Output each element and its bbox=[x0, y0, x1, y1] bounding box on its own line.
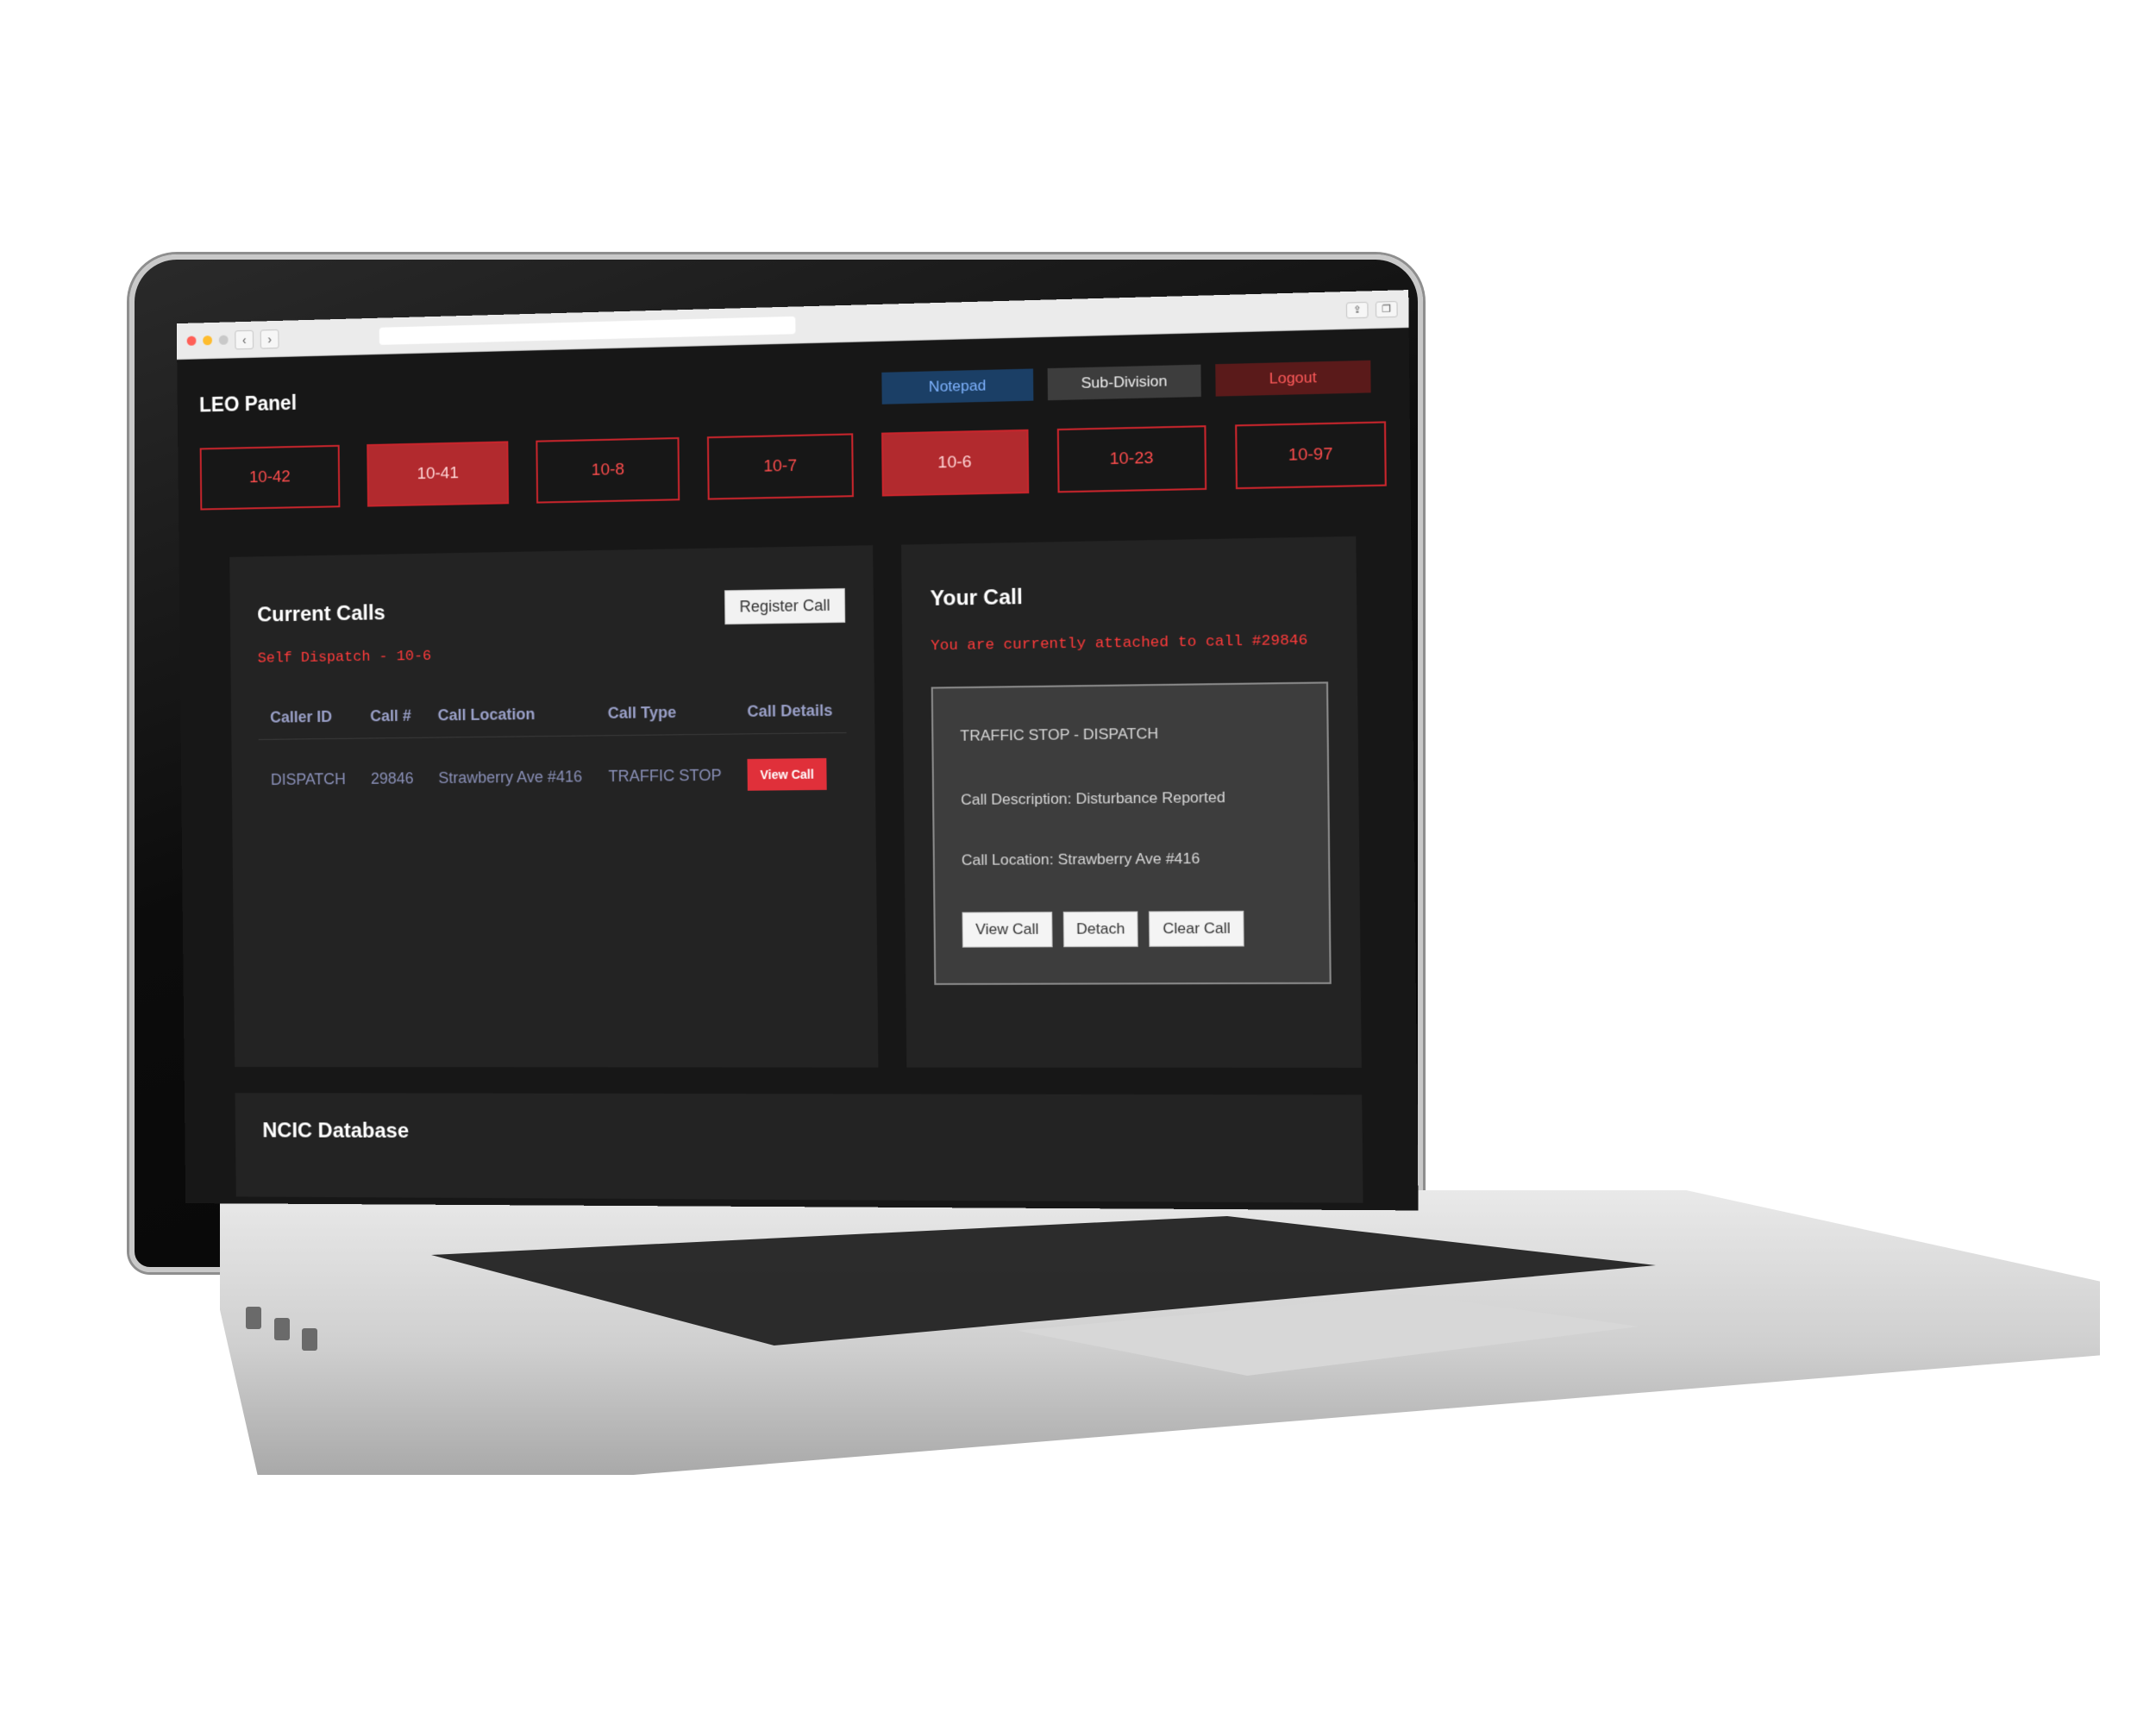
current-calls-panel: Current Calls Register Call Self Dispatc… bbox=[229, 545, 879, 1068]
your-call-title: Your Call bbox=[930, 585, 1023, 612]
clear-call-button[interactable]: Clear Call bbox=[1149, 910, 1244, 947]
notepad-button[interactable]: Notepad bbox=[881, 368, 1034, 405]
column-header: Call Location bbox=[425, 695, 596, 738]
call-detail-card: TRAFFIC STOP - DISPATCH Call Description… bbox=[931, 681, 1332, 985]
call-type-cell: TRAFFIC STOP bbox=[608, 765, 722, 785]
laptop-screen: ‹ › ⇪ ❐ LEO Panel Notepad Sub-Division L… bbox=[176, 290, 1419, 1211]
back-arrow-icon[interactable]: ‹ bbox=[235, 329, 254, 349]
card-view-call-button[interactable]: View Call bbox=[962, 911, 1053, 948]
status-10-23-button[interactable]: 10-23 bbox=[1056, 425, 1207, 493]
logout-button[interactable]: Logout bbox=[1215, 360, 1371, 397]
calls-table: Caller ID Call # Call Location Call Type… bbox=[258, 692, 848, 820]
forward-arrow-icon[interactable]: › bbox=[260, 329, 279, 349]
register-call-button[interactable]: Register Call bbox=[724, 587, 846, 625]
status-10-7-button[interactable]: 10-7 bbox=[707, 433, 854, 500]
top-button-group: Notepad Sub-Division Logout bbox=[881, 360, 1371, 405]
panels-row: Current Calls Register Call Self Dispatc… bbox=[201, 536, 1393, 1068]
call-location: Call Location: Strawberry Ave #416 bbox=[961, 850, 1200, 869]
address-bar[interactable] bbox=[379, 316, 796, 345]
call-card-actions: View Call Detach Clear Call bbox=[962, 910, 1301, 948]
status-10-97-button[interactable]: 10-97 bbox=[1234, 421, 1387, 490]
status-10-41-button[interactable]: 10-41 bbox=[367, 441, 510, 507]
close-dot-icon[interactable] bbox=[186, 336, 197, 346]
leo-panel-page: LEO Panel Notepad Sub-Division Logout 10… bbox=[177, 328, 1418, 1203]
status-10-42-button[interactable]: 10-42 bbox=[199, 444, 341, 511]
column-header: Caller ID bbox=[258, 699, 359, 740]
column-header: Call # bbox=[358, 698, 426, 739]
minimize-dot-icon[interactable] bbox=[203, 336, 213, 346]
usb-port bbox=[246, 1307, 261, 1329]
call-details-cell: View Call bbox=[735, 733, 847, 816]
column-header: Call Details bbox=[734, 692, 847, 735]
ncic-database-title: NCIC Database bbox=[262, 1119, 410, 1143]
self-dispatch-note: Self Dispatch - 10-6 bbox=[257, 648, 432, 668]
tabs-icon[interactable]: ❐ bbox=[1375, 300, 1398, 317]
share-icon[interactable]: ⇪ bbox=[1345, 301, 1369, 318]
status-10-6-button[interactable]: 10-6 bbox=[881, 429, 1029, 497]
attached-call-note: You are currently attached to call #2984… bbox=[931, 632, 1308, 656]
status-code-bar: 10-42 10-41 10-8 10-7 10-6 10-23 10-97 bbox=[199, 421, 1387, 511]
browser-window: ‹ › ⇪ ❐ LEO Panel Notepad Sub-Division L… bbox=[176, 290, 1419, 1211]
call-heading: TRAFFIC STOP - DISPATCH bbox=[960, 724, 1159, 744]
usb-port bbox=[274, 1318, 290, 1340]
ncic-database-panel: NCIC Database bbox=[235, 1093, 1363, 1203]
hdmi-port bbox=[302, 1328, 317, 1351]
caller-id-cell: DISPATCH bbox=[270, 769, 347, 788]
call-number-cell: 29846 bbox=[370, 768, 414, 787]
your-call-panel: Your Call You are currently attached to … bbox=[900, 536, 1362, 1068]
view-call-button[interactable]: View Call bbox=[747, 758, 827, 791]
detach-button[interactable]: Detach bbox=[1062, 911, 1139, 948]
column-header: Call Type bbox=[595, 693, 736, 736]
current-calls-title: Current Calls bbox=[257, 600, 385, 627]
table-row: DISPATCH 29846 Strawberry Ave #416 TRAFF… bbox=[259, 733, 848, 820]
sub-division-button[interactable]: Sub-Division bbox=[1047, 364, 1201, 401]
zoom-dot-icon[interactable] bbox=[218, 335, 229, 345]
status-10-8-button[interactable]: 10-8 bbox=[536, 436, 680, 504]
page-title: LEO Panel bbox=[198, 391, 298, 416]
table-header-row: Caller ID Call # Call Location Call Type… bbox=[258, 692, 847, 740]
call-location-cell: Strawberry Ave #416 bbox=[438, 767, 583, 787]
call-description: Call Description: Disturbance Reported bbox=[961, 788, 1225, 809]
